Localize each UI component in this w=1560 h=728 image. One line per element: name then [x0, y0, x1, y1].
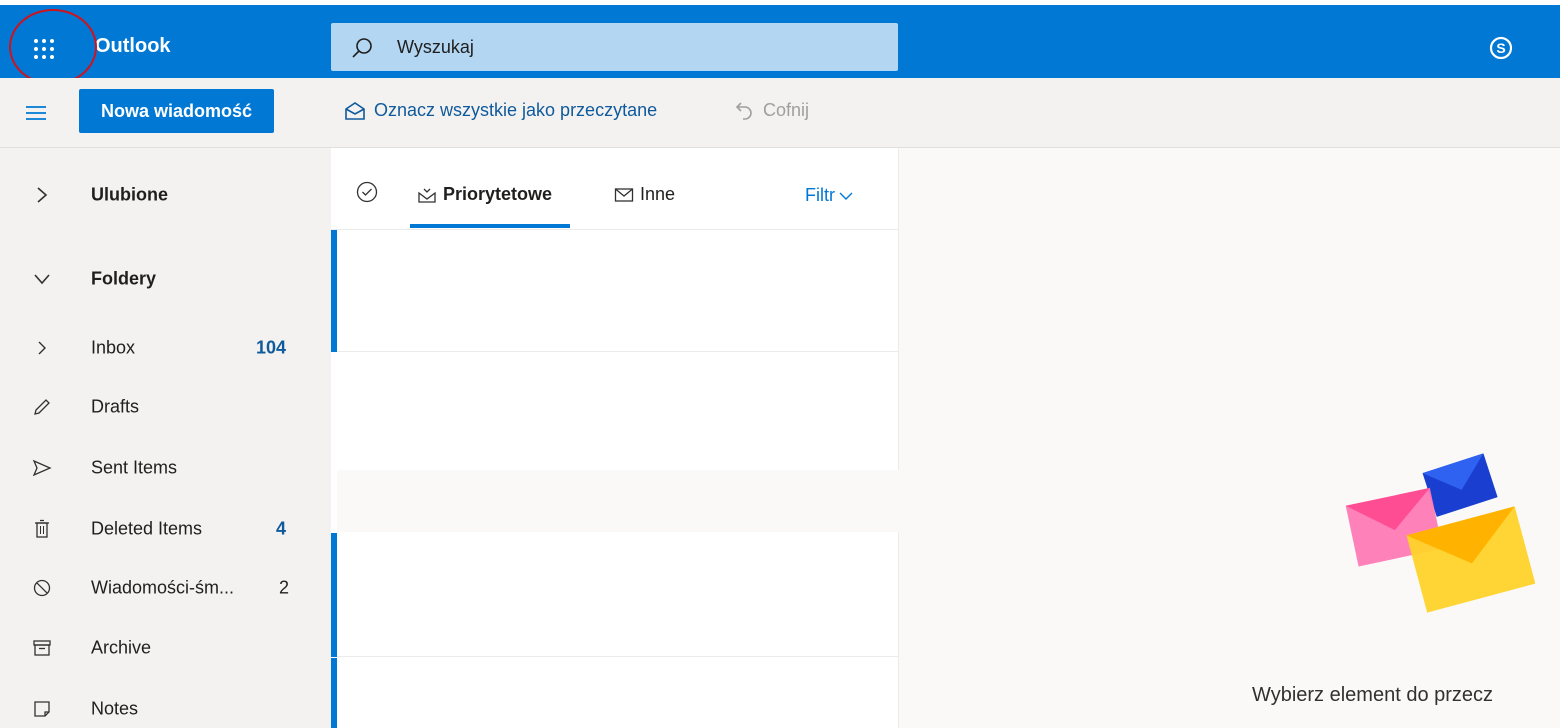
mark-all-read-label: Oznacz wszystkie jako przeczytane — [374, 100, 658, 120]
sidebar-item-label: Inbox — [91, 337, 136, 358]
unread-count-badge: 2 — [278, 577, 289, 598]
chevron-down-icon — [30, 267, 54, 291]
sidebar-item-label: Wiadomości-śm... — [91, 577, 235, 598]
sidebar-item-label: Archive — [91, 637, 152, 658]
command-bar: Nowa wiadomość Oznacz wszystkie jako prz… — [0, 78, 1560, 148]
sidebar-item-notes[interactable]: Notes — [0, 684, 331, 728]
folder-pane: Ulubione Foldery Inbox 104 Drafts Sent I… — [0, 148, 331, 728]
placeholder-row — [337, 470, 901, 532]
archive-icon — [30, 636, 54, 660]
sidebar-item-inbox[interactable]: Inbox 104 — [0, 323, 331, 373]
tab-other[interactable]: Inne — [614, 184, 675, 205]
open-envelope-icon — [345, 101, 365, 120]
blocked-icon — [30, 576, 54, 600]
header-bar: Outlook S — [0, 5, 1560, 78]
section-favorites-label: Ulubione — [91, 184, 168, 205]
row-divider — [337, 351, 901, 352]
sidebar-item-sent[interactable]: Sent Items — [0, 443, 331, 493]
skype-button[interactable]: S — [1488, 35, 1518, 65]
section-favorites[interactable]: Ulubione — [0, 170, 331, 220]
inbox-tabs: Priorytetowe Inne Filtr — [331, 148, 899, 230]
sidebar-item-archive[interactable]: Archive — [0, 623, 331, 673]
chevron-down-icon — [839, 192, 853, 200]
search-box[interactable] — [331, 23, 898, 71]
section-folders[interactable]: Foldery — [0, 254, 331, 304]
check-circle-icon — [356, 181, 378, 203]
sidebar-item-label: Drafts — [91, 396, 140, 417]
skype-icon: S — [1489, 36, 1513, 60]
tab-label: Priorytetowe — [443, 184, 553, 204]
section-folders-label: Foldery — [91, 268, 157, 289]
sidebar-item-junk[interactable]: Wiadomości-śm... 2 — [0, 563, 331, 613]
tab-label: Inne — [640, 184, 676, 204]
mark-all-read-button[interactable]: Oznacz wszystkie jako przeczytane — [344, 100, 657, 121]
undo-icon — [735, 101, 752, 120]
chevron-right-icon — [30, 336, 54, 360]
send-icon — [30, 456, 54, 480]
filter-button[interactable]: Filtr — [805, 185, 853, 206]
svg-text:S: S — [1496, 40, 1505, 56]
active-tab-indicator — [410, 224, 570, 228]
sidebar-item-label: Deleted Items — [91, 518, 203, 539]
filter-label: Filtr — [805, 185, 835, 205]
nav-toggle-button[interactable] — [26, 105, 46, 126]
waffle-icon — [34, 39, 54, 59]
reading-pane: Wybierz element do przecz — [899, 148, 1560, 728]
tab-focused[interactable]: Priorytetowe — [417, 184, 552, 205]
search-input[interactable] — [397, 23, 877, 71]
loading-indicator — [331, 230, 337, 352]
sidebar-item-label: Sent Items — [91, 457, 178, 478]
unread-count-badge: 104 — [255, 337, 286, 358]
loading-indicator — [331, 658, 337, 728]
sidebar-item-label: Notes — [91, 698, 139, 719]
search-icon — [352, 38, 372, 58]
hamburger-icon — [26, 106, 46, 120]
note-icon — [30, 697, 54, 721]
message-list: Priorytetowe Inne Filtr — [331, 148, 901, 728]
chevron-right-icon — [30, 183, 54, 207]
unread-count-badge: 4 — [275, 518, 286, 539]
app-launcher-button[interactable] — [14, 25, 74, 71]
mail-icon — [614, 187, 634, 202]
envelopes-illustration — [1345, 453, 1535, 613]
trash-icon — [30, 517, 54, 541]
pencil-icon — [30, 395, 54, 419]
focused-inbox-icon — [418, 188, 436, 203]
sidebar-item-deleted[interactable]: Deleted Items 4 — [0, 504, 331, 554]
loading-indicator — [331, 533, 337, 657]
undo-label: Cofnij — [763, 100, 810, 120]
reading-pane-prompt: Wybierz element do przecz — [1252, 684, 1494, 706]
undo-button[interactable]: Cofnij — [735, 100, 809, 121]
row-divider — [337, 656, 901, 657]
select-all-button[interactable] — [356, 181, 378, 208]
new-message-button[interactable]: Nowa wiadomość — [79, 89, 274, 133]
sidebar-item-drafts[interactable]: Drafts — [0, 382, 331, 432]
app-title[interactable]: Outlook — [95, 35, 171, 58]
